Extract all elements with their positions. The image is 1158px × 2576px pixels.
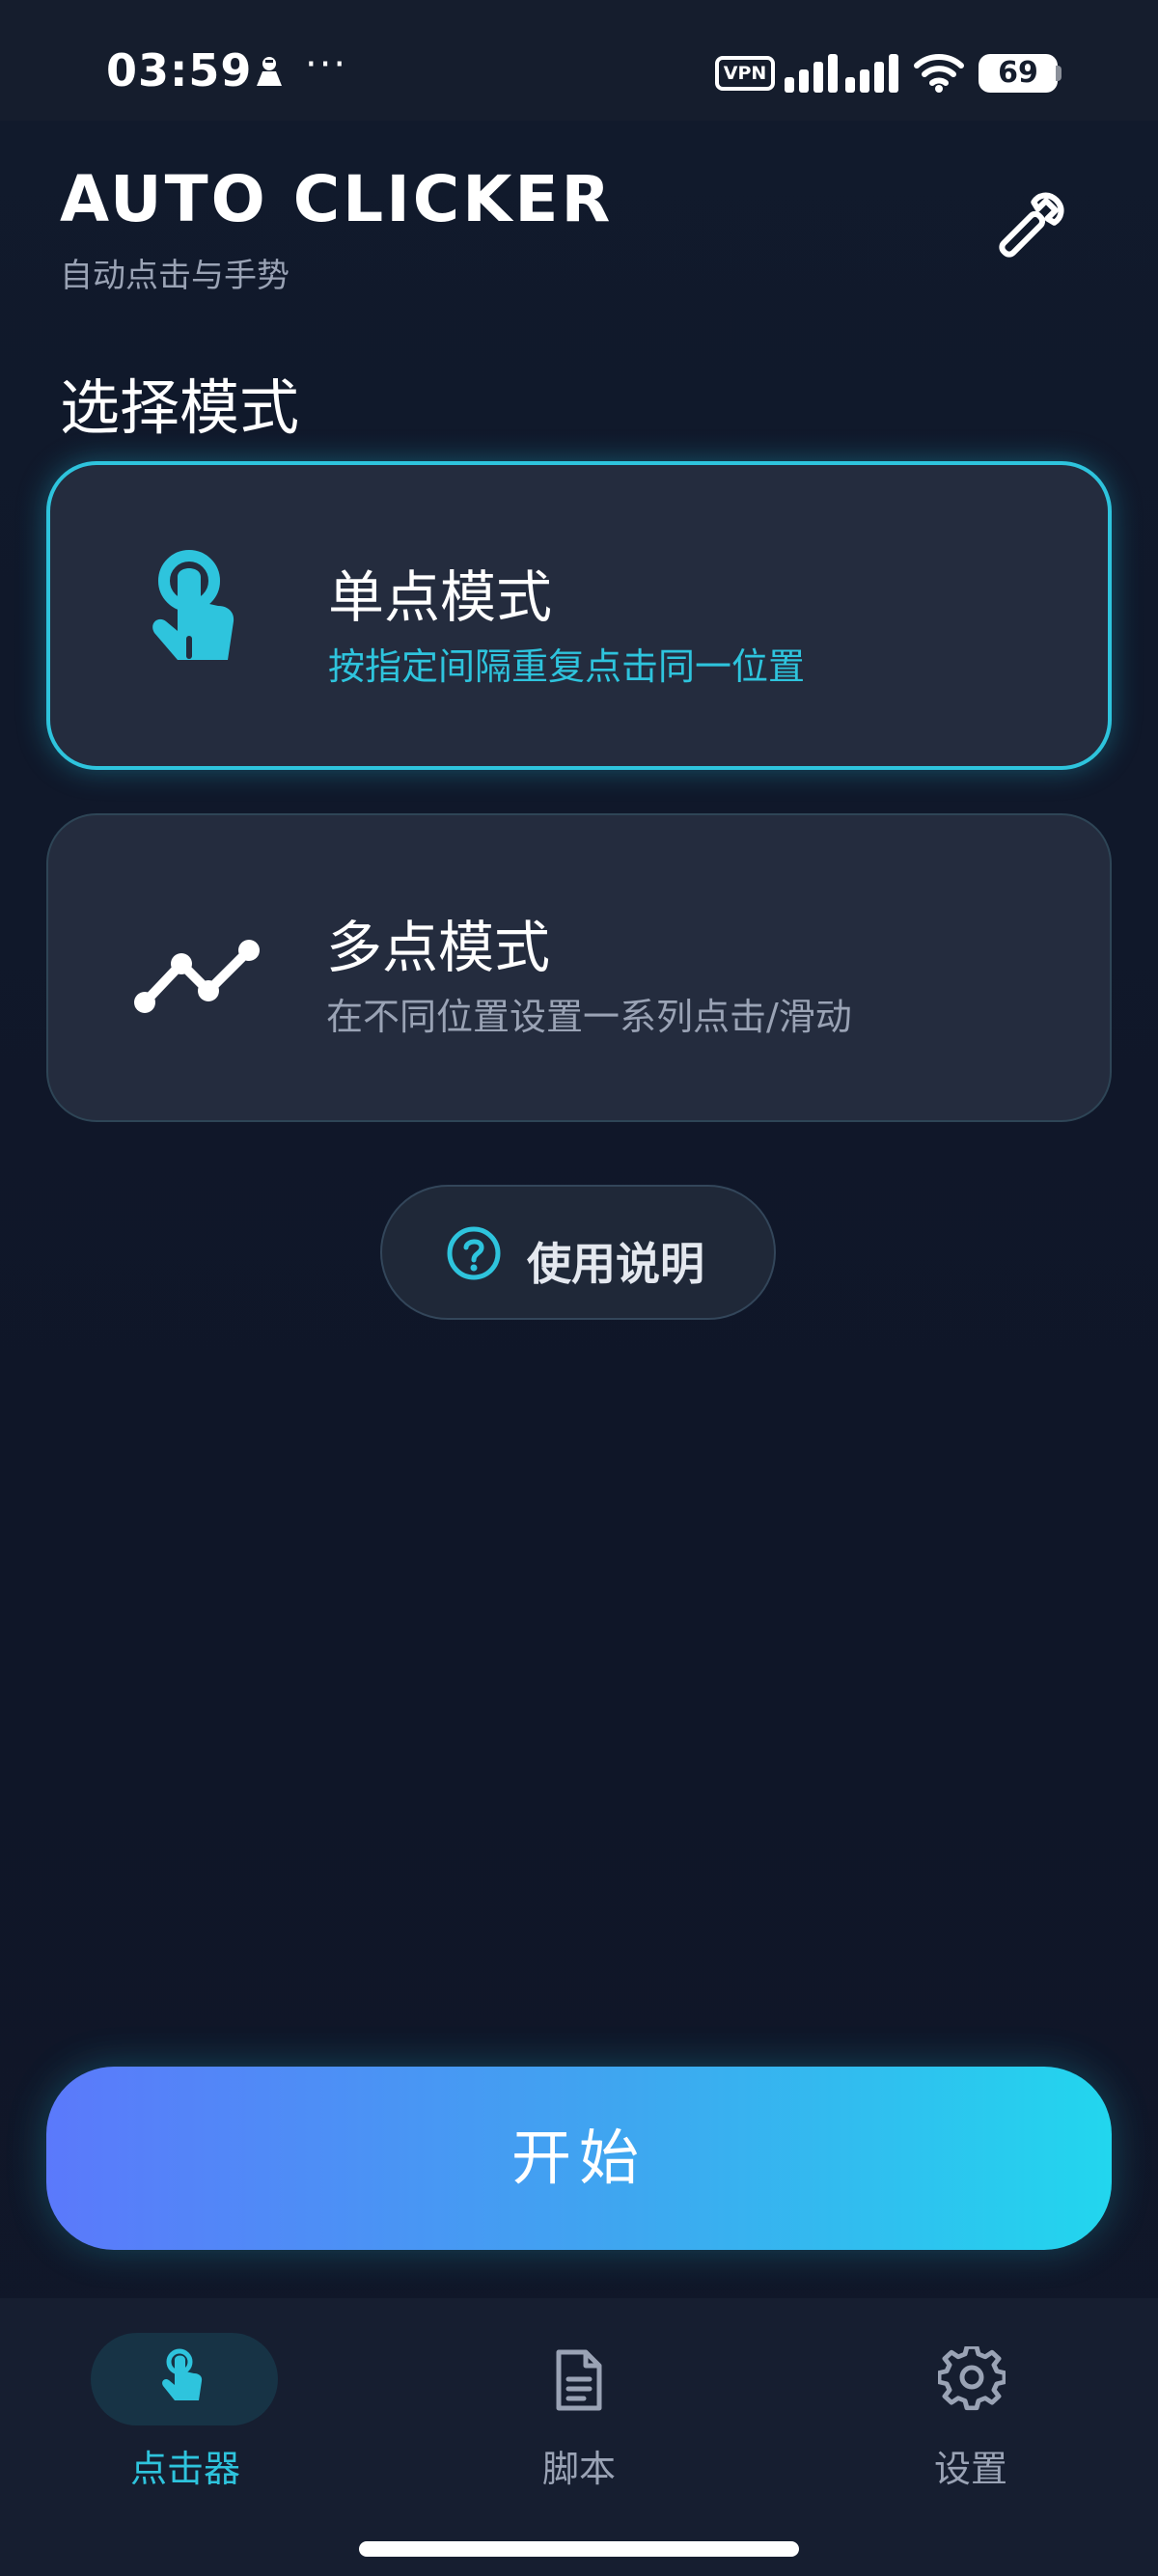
multi-point-path-icon (134, 940, 260, 1013)
mode-title: 单点模式 (328, 564, 553, 630)
wifi-icon (914, 54, 964, 93)
section-title: 选择模式 (60, 372, 300, 443)
bottom-nav: 点击器 脚本 设置 (0, 2298, 1158, 2576)
mode-description: 在不同位置设置一系列点击/滑动 (326, 996, 852, 1038)
mode-card-multi[interactable]: 多点模式 在不同位置设置一系列点击/滑动 (46, 813, 1112, 1122)
mode-card-single[interactable]: 单点模式 按指定间隔重复点击同一位置 (46, 461, 1112, 770)
home-indicator[interactable] (359, 2541, 799, 2557)
tap-hand-icon (162, 2348, 203, 2400)
battery-tip (1056, 66, 1062, 81)
app-subtitle: 自动点击与手势 (60, 257, 290, 295)
document-icon (556, 2349, 602, 2411)
nav-item-clicker[interactable]: 点击器 (0, 2298, 386, 2520)
signal-icon (785, 54, 898, 93)
question-circle-icon (447, 1226, 501, 1280)
person-icon (257, 57, 282, 86)
start-button[interactable]: 开始 (46, 2067, 1112, 2250)
status-overflow-dots: ··· (305, 42, 348, 87)
auto-clicker-screen: 03:59 ··· VPN 69 AUTO CLICKER 自动点击与手势 选择… (0, 0, 1158, 2576)
mode-title: 多点模式 (326, 915, 551, 980)
mode-description: 按指定间隔重复点击同一位置 (328, 645, 806, 688)
status-bar: 03:59 ··· VPN 69 (0, 0, 1158, 121)
nav-item-script[interactable]: 脚本 (386, 2298, 772, 2520)
vpn-badge: VPN (715, 56, 775, 91)
battery-icon: 69 (979, 54, 1058, 93)
nav-label: 设置 (933, 2448, 1007, 2490)
wrench-icon[interactable] (986, 183, 1073, 270)
nav-label: 脚本 (541, 2448, 616, 2490)
nav-label: 点击器 (129, 2448, 240, 2490)
tap-hand-icon (152, 550, 234, 660)
help-button[interactable]: 使用说明 (380, 1185, 776, 1320)
status-time: 03:59 (106, 44, 253, 96)
help-label: 使用说明 (527, 1238, 704, 1290)
nav-item-settings[interactable]: 设置 (772, 2298, 1158, 2520)
gear-icon (938, 2346, 1006, 2411)
app-title: AUTO CLICKER (60, 162, 614, 236)
